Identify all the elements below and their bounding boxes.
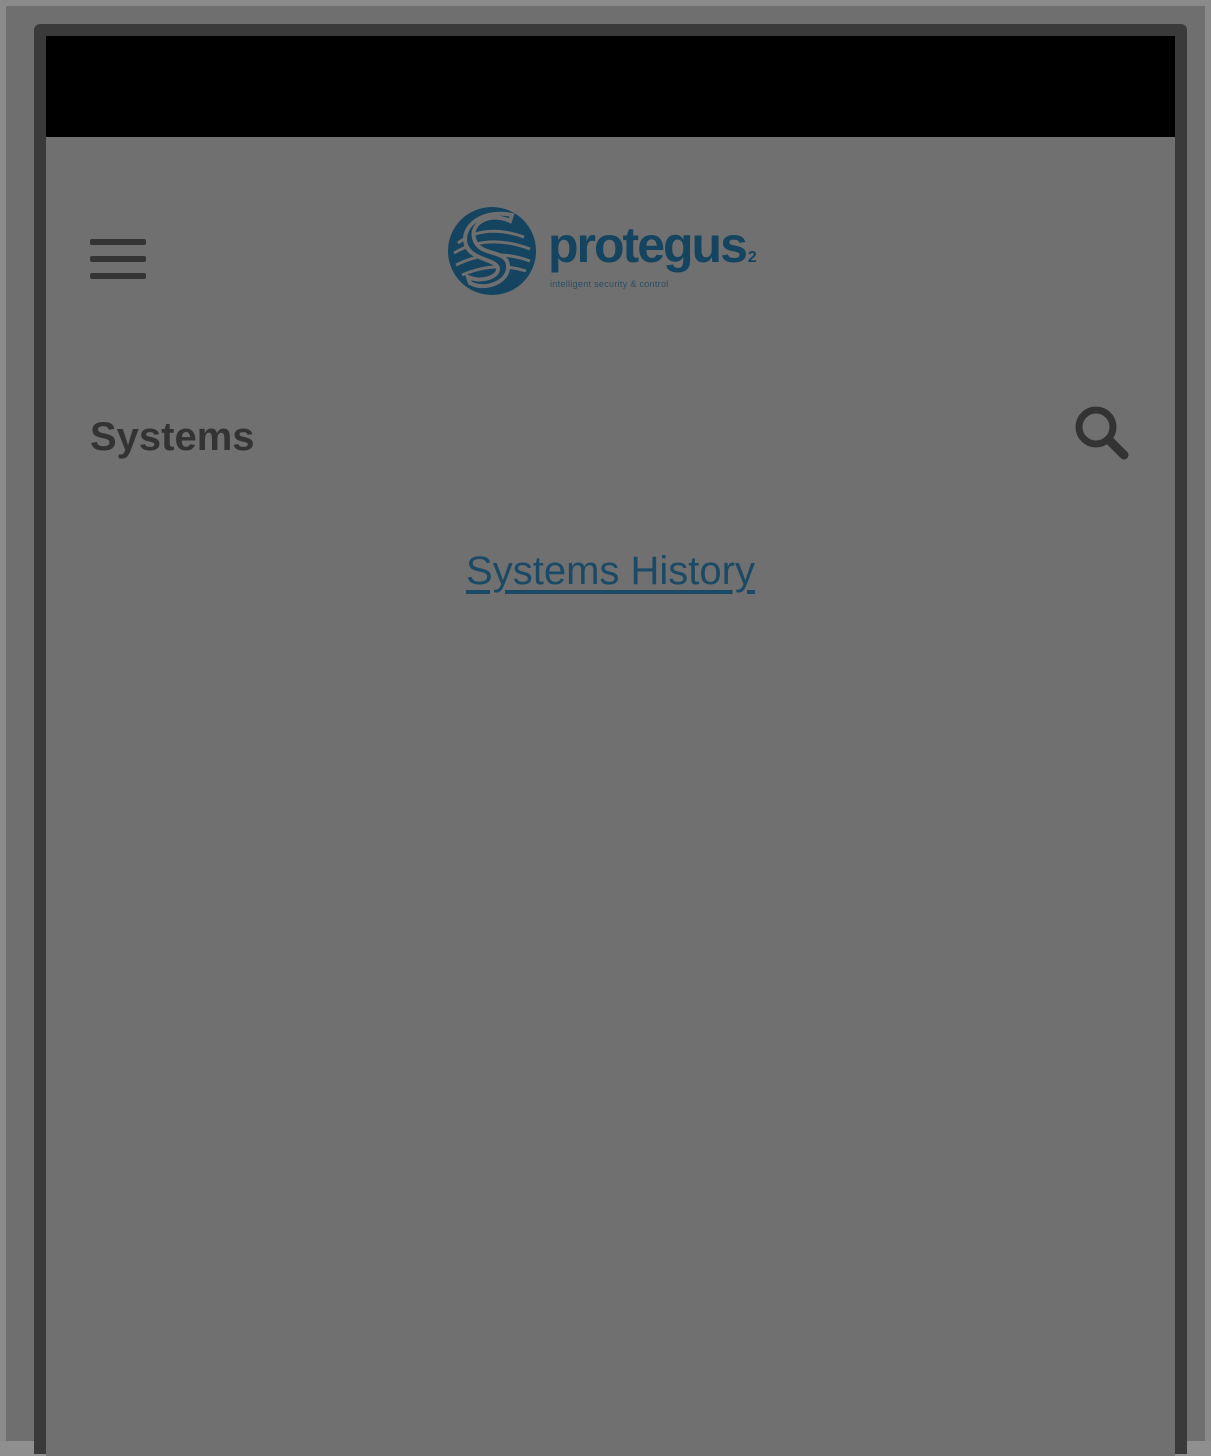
page-title: Systems (90, 415, 255, 459)
title-row: Systems (46, 391, 1175, 461)
menu-line (90, 256, 146, 262)
logo-word-text: protegus (548, 217, 748, 273)
frame-edge-top (0, 0, 1211, 6)
menu-line (90, 273, 146, 279)
app-header: protegus 2 intelligent security & control (46, 137, 1175, 377)
protegus-logo: protegus 2 intelligent security & control (444, 203, 784, 303)
search-icon-glyph (1075, 406, 1129, 460)
logo-tagline: intelligent security & control (550, 279, 669, 289)
logo-wordmark: protegus 2 (548, 215, 757, 288)
status-bar (46, 36, 1175, 137)
systems-history-link[interactable]: Systems History (46, 541, 1175, 601)
protegus-logo-mark-icon (448, 207, 536, 295)
overlay-backdrop: protegus 2 intelligent security & control… (0, 0, 1211, 1456)
app-screen: protegus 2 intelligent security & control… (46, 36, 1175, 1456)
search-icon[interactable] (1070, 401, 1134, 465)
frame-edge-left (0, 0, 6, 1441)
frame-edge-right (1205, 0, 1211, 1441)
hamburger-menu-icon[interactable] (86, 235, 150, 287)
logo-superscript: 2 (747, 249, 757, 266)
device-frame: protegus 2 intelligent security & control… (34, 24, 1187, 1456)
menu-line (90, 239, 146, 245)
